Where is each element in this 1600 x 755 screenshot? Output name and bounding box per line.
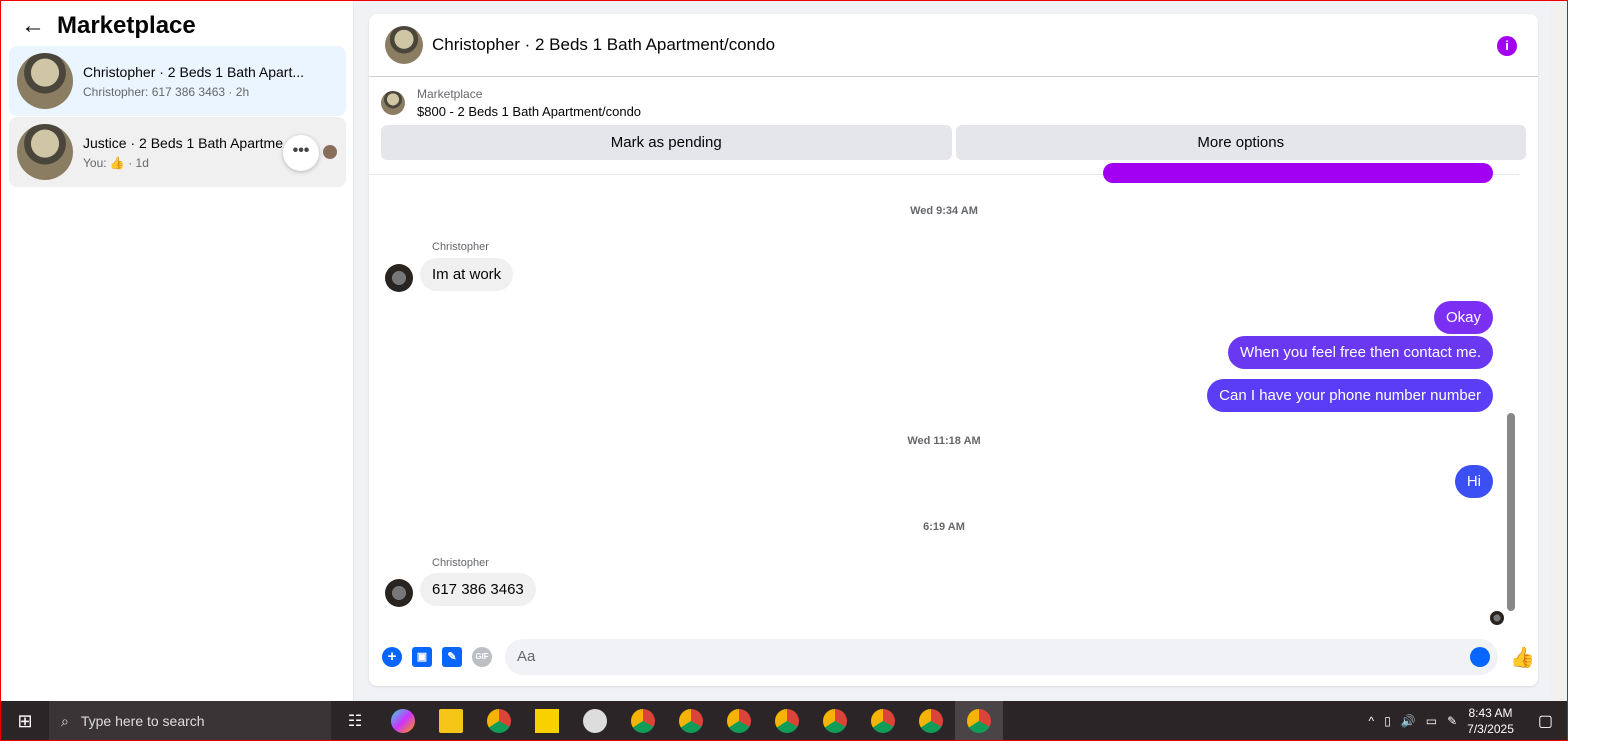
- time: 8:43 AM: [1468, 706, 1513, 720]
- sender-avatar: [385, 264, 413, 292]
- chat-avatar[interactable]: [385, 26, 423, 64]
- more-options-button[interactable]: More options: [955, 125, 1526, 160]
- chrome-profile-icon[interactable]: [619, 701, 667, 740]
- chrome-profile-icon[interactable]: [667, 701, 715, 740]
- conversation-item[interactable]: Christopher · 2 Beds 1 Bath Apart... Chr…: [9, 46, 346, 116]
- message-bubble-outgoing: Can I have your phone number number: [1207, 379, 1493, 412]
- listing-thumbnail: [17, 124, 73, 180]
- message-bubble-incoming: 617 386 3463: [420, 573, 536, 606]
- listing-title[interactable]: $800 - 2 Beds 1 Bath Apartment/condo: [417, 104, 641, 119]
- more-options-icon[interactable]: •••: [283, 135, 319, 171]
- chrome-profile-icon-active[interactable]: [955, 701, 1003, 740]
- clock[interactable]: 8:43 AM 7/3/2025: [1467, 705, 1514, 737]
- copilot-icon[interactable]: [379, 701, 427, 740]
- sender-avatar: [385, 579, 413, 607]
- pen-icon[interactable]: ✎: [1447, 714, 1457, 728]
- info-icon[interactable]: i: [1497, 36, 1517, 56]
- chrome-profile-icon[interactable]: [763, 701, 811, 740]
- seen-avatar: [323, 145, 337, 159]
- mark-as-pending-button[interactable]: Mark as pending: [381, 125, 952, 160]
- thumbs-up-icon[interactable]: 👍: [1510, 645, 1535, 670]
- windows-start-icon[interactable]: ⊞: [1, 711, 49, 732]
- message-list: Wed 9:34 AM Christopher Im at work Okay …: [369, 163, 1519, 635]
- plus-icon[interactable]: +: [382, 647, 402, 667]
- message-bubble-outgoing: [1103, 163, 1493, 183]
- message-input[interactable]: Aa: [505, 639, 1498, 675]
- message-bubble-outgoing: Hi: [1454, 465, 1493, 498]
- taskbar-search[interactable]: ⌕ Type here to search: [49, 701, 331, 740]
- timestamp: Wed 11:18 AM: [907, 435, 981, 447]
- timestamp: Wed 9:34 AM: [910, 205, 978, 217]
- conversation-preview: Christopher: 617 386 3463 · 2h: [83, 84, 250, 99]
- timestamp: 6:19 AM: [923, 521, 965, 533]
- chrome-profile-icon[interactable]: [715, 701, 763, 740]
- emoji-icon[interactable]: [1470, 647, 1490, 667]
- chrome-profile-icon[interactable]: [811, 701, 859, 740]
- taskbar: ⊞ ⌕ Type here to search ☷ ^ ▯ 🔊 ▭ ✎ 8:43 …: [1, 701, 1567, 740]
- gif-icon[interactable]: GIF: [472, 647, 492, 667]
- listing-thumbnail[interactable]: [381, 91, 405, 115]
- marketplace-label: Marketplace: [417, 87, 483, 101]
- back-arrow-icon[interactable]: ←: [21, 12, 57, 40]
- sidebar: ← Marketplace Christopher · 2 Beds 1 Bat…: [1, 1, 354, 701]
- volume-icon[interactable]: 🔊: [1401, 714, 1416, 728]
- conversation-item[interactable]: Justice · 2 Beds 1 Bath Apartme You: 👍 ·…: [9, 117, 346, 187]
- chevron-up-icon[interactable]: ^: [1369, 714, 1375, 728]
- listing-thumbnail: [17, 53, 73, 109]
- chrome-profile-icon[interactable]: [859, 701, 907, 740]
- chrome-icon[interactable]: [475, 701, 523, 740]
- scrollbar[interactable]: [1505, 175, 1515, 635]
- sender-name: Christopher: [432, 241, 489, 253]
- chrome-profile-icon[interactable]: [907, 701, 955, 740]
- sticky-notes-icon[interactable]: [523, 701, 571, 740]
- notifications-icon[interactable]: ▢: [1538, 711, 1553, 731]
- message-bubble-outgoing: Okay: [1433, 301, 1493, 334]
- seen-avatar: [1490, 611, 1504, 625]
- network-icon[interactable]: ▭: [1426, 714, 1437, 728]
- snipping-tool-icon[interactable]: [571, 701, 619, 740]
- search-placeholder: Type here to search: [80, 713, 205, 729]
- task-view-icon[interactable]: ☷: [331, 701, 379, 740]
- sticker-icon[interactable]: ✎: [442, 647, 462, 667]
- message-placeholder: Aa: [517, 648, 536, 665]
- message-bubble-outgoing: When you feel free then contact me.: [1228, 336, 1493, 369]
- scrollbar-thumb[interactable]: [1507, 413, 1515, 611]
- conversation-title: Christopher · 2 Beds 1 Bath Apart...: [83, 63, 305, 80]
- camera-icon[interactable]: ▯: [1384, 714, 1391, 728]
- browser-window: ← Marketplace Christopher · 2 Beds 1 Bat…: [0, 0, 1568, 741]
- page-scrollbar[interactable]: [1551, 1, 1567, 701]
- chat-panel: Christopher · 2 Beds 1 Bath Apartment/co…: [369, 14, 1538, 686]
- date: 7/3/2025: [1467, 722, 1514, 736]
- message-bubble-incoming: Im at work: [420, 258, 514, 291]
- sidebar-title: Marketplace: [57, 12, 196, 39]
- file-explorer-icon[interactable]: [427, 701, 475, 740]
- photo-icon[interactable]: ▣: [412, 647, 432, 667]
- chat-title[interactable]: Christopher · 2 Beds 1 Bath Apartment/co…: [432, 35, 775, 55]
- sender-name: Christopher: [432, 557, 489, 569]
